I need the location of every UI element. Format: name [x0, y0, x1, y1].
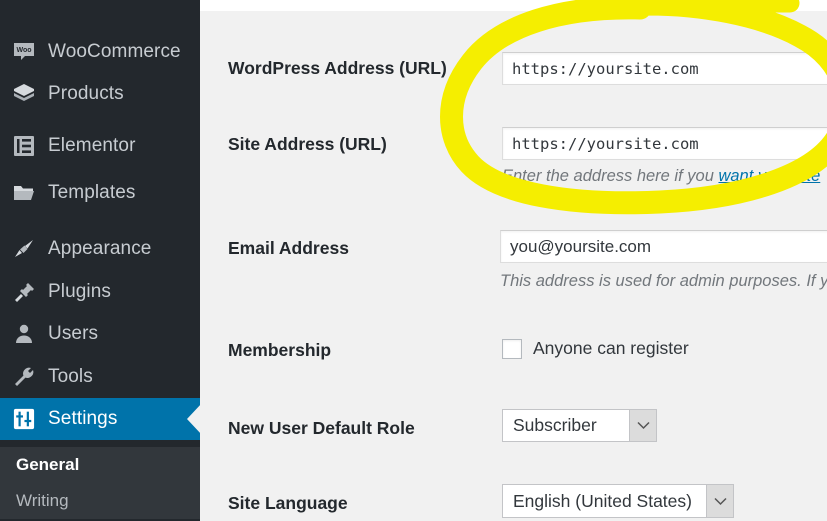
- settings-content-area: WordPress Address (URL) https://yoursite…: [200, 0, 827, 521]
- sidebar-item-settings-writing[interactable]: Writing: [0, 483, 200, 519]
- site-address-url-input[interactable]: https://yoursite.com: [502, 127, 827, 160]
- sidebar-item-products[interactable]: Products: [0, 73, 200, 115]
- want-your-site-link[interactable]: want your site: [718, 167, 820, 185]
- sidebar-item-settings-general[interactable]: General: [0, 447, 200, 483]
- sidebar-item-templates[interactable]: Templates: [0, 172, 200, 214]
- sidebar-item-label: Users: [48, 323, 99, 344]
- chevron-down-icon[interactable]: [629, 410, 656, 441]
- anyone-can-register-checkbox[interactable]: [502, 338, 522, 359]
- sidebar-item-label: Settings: [48, 408, 118, 429]
- settings-sliders-icon: [11, 406, 37, 432]
- membership-checkbox-row[interactable]: Anyone can register: [502, 338, 689, 359]
- elementor-icon: [11, 133, 37, 159]
- user-icon: [11, 321, 37, 347]
- settings-submenu: General Writing: [0, 447, 200, 519]
- content-top-strip: [200, 0, 827, 11]
- label-wordpress-address-url: WordPress Address (URL): [228, 58, 447, 78]
- sidebar-item-label: Templates: [48, 182, 136, 203]
- sidebar-item-settings[interactable]: Settings: [0, 398, 200, 440]
- products-box-icon: [11, 81, 37, 107]
- sidebar-item-label: Plugins: [48, 281, 112, 302]
- sidebar-item-label: Appearance: [48, 238, 152, 259]
- input-value: https://yoursite.com: [512, 59, 699, 78]
- sidebar-item-label: Tools: [48, 366, 93, 387]
- sidebar-item-woocommerce[interactable]: Woo WooCommerce: [0, 31, 200, 73]
- submenu-item-label: Writing: [16, 491, 69, 510]
- sidebar-item-tools[interactable]: Tools: [0, 356, 200, 398]
- screen-root: Woo WooCommerce Products Elementor Templ…: [0, 0, 827, 521]
- plug-icon: [11, 279, 37, 305]
- label-site-address-url: Site Address (URL): [228, 134, 387, 154]
- email-address-input[interactable]: you@yoursite.com: [500, 230, 827, 263]
- email-address-description: This address is used for admin purposes.…: [500, 272, 827, 290]
- paintbrush-icon: [11, 236, 37, 262]
- label-membership: Membership: [228, 340, 332, 360]
- chevron-down-icon[interactable]: [706, 485, 733, 517]
- select-value: Subscriber: [513, 415, 597, 435]
- site-language-select[interactable]: English (United States): [502, 484, 734, 518]
- svg-text:Woo: Woo: [16, 47, 31, 54]
- sidebar-item-plugins[interactable]: Plugins: [0, 271, 200, 313]
- sidebar-item-label: Elementor: [48, 135, 136, 156]
- input-value: you@yoursite.com: [510, 236, 652, 256]
- sidebar-item-appearance[interactable]: Appearance: [0, 228, 200, 270]
- label-new-user-default-role: New User Default Role: [228, 418, 415, 438]
- submenu-item-label: General: [16, 455, 80, 474]
- folder-icon: [11, 180, 37, 206]
- sidebar-item-users[interactable]: Users: [0, 313, 200, 355]
- wordpress-address-url-input[interactable]: https://yoursite.com: [502, 52, 827, 85]
- sidebar-item-label: WooCommerce: [48, 41, 181, 62]
- admin-sidebar: Woo WooCommerce Products Elementor Templ…: [0, 0, 200, 521]
- description-text: Enter the address here if you: [502, 167, 719, 185]
- anyone-can-register-label: Anyone can register: [533, 338, 689, 358]
- label-site-language: Site Language: [228, 493, 348, 513]
- woocommerce-icon: Woo: [11, 39, 37, 65]
- input-value: https://yoursite.com: [512, 134, 699, 153]
- new-user-default-role-select[interactable]: Subscriber: [502, 409, 657, 442]
- select-value: English (United States): [513, 490, 692, 511]
- site-address-description: Enter the address here if you want your …: [502, 167, 820, 186]
- wrench-icon: [11, 364, 37, 390]
- label-email-address: Email Address: [228, 238, 349, 258]
- sidebar-item-label: Products: [48, 83, 124, 104]
- sidebar-item-elementor[interactable]: Elementor: [0, 125, 200, 167]
